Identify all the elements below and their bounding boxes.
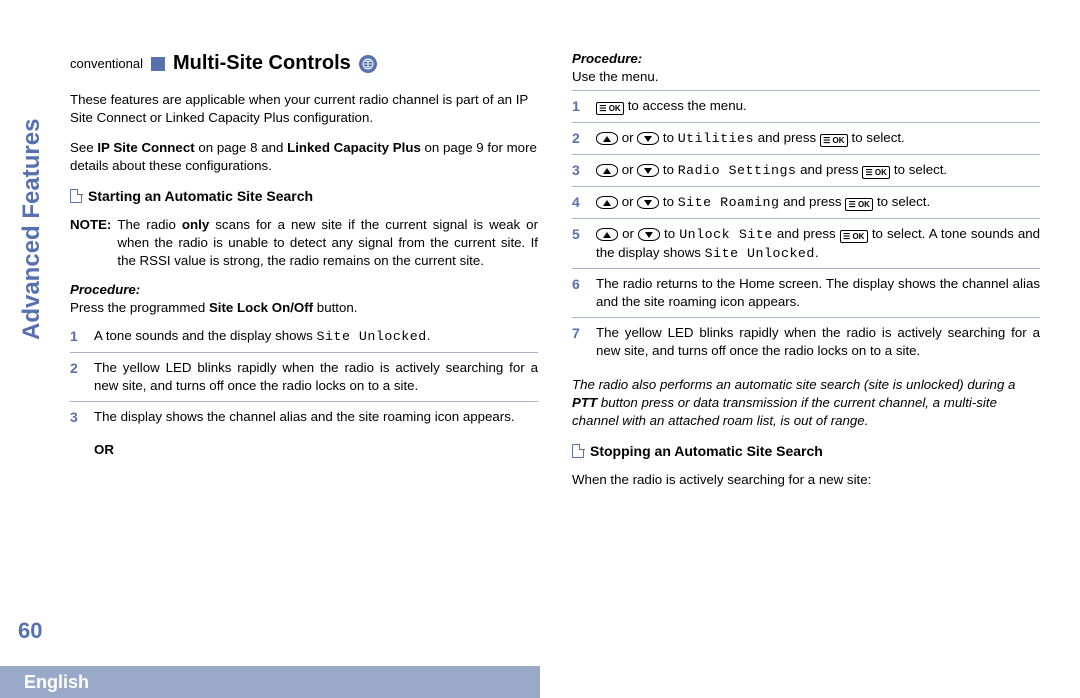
step1-a: A tone sounds and the display shows [94,328,317,343]
step1-b: . [427,328,431,343]
menu-path: Radio Settings [678,163,797,178]
procedure-label-right: Procedure: [572,50,1040,68]
arrow-down-key-icon [637,132,659,145]
document-icon [572,444,584,458]
arrow-down-key-icon [637,164,659,177]
note-b: only [182,217,209,232]
step-text: The display shows the channel alias and … [94,408,515,427]
section2-heading: Stopping an Automatic Site Search [572,442,1040,461]
arrow-down-key-icon [637,196,659,209]
note-block: NOTE: The radio only scans for a new sit… [70,216,538,270]
step-number: 5 [572,225,586,263]
step-text: or to Unlock Site and press ☰ OK to sele… [596,225,1040,263]
menu-ok-key-icon: ☰ OK [862,166,890,179]
footer-language-bar: English [0,666,540,698]
content-columns: conventional Multi-Site Controls These f… [70,50,1040,630]
arrow-up-key-icon [596,196,618,209]
step-number: 1 [572,97,586,116]
step-number: 3 [70,408,84,427]
step-number: 1 [70,327,84,346]
step-item: 2 The yellow LED blinks rapidly when the… [70,352,538,401]
step-number: 3 [572,161,586,180]
globe-icon [359,55,377,73]
menu-path: Utilities [678,131,754,146]
steps-list-right: 1 ☰ OK to access the menu. 2 or to Utiliti… [572,90,1040,366]
step-item: 3 or to Radio Settings and press ☰ OK to… [572,154,1040,186]
menu-ok-key-icon: ☰ OK [845,198,873,211]
step-item: 2 or to Utilities and press ☰ OK to sele… [572,122,1040,154]
italic-a: The radio also performs an automatic sit… [572,377,1015,392]
step-text: The radio returns to the Home screen. Th… [596,275,1040,311]
section1-heading: Starting an Automatic Site Search [70,187,538,206]
heading-title: Multi-Site Controls [173,50,351,77]
note-a: The radio [117,217,182,232]
step-text: or to Site Roaming and press ☰ OK to sel… [596,193,930,212]
step-number: 7 [572,324,586,360]
page-heading: conventional Multi-Site Controls [70,50,538,77]
arrow-up-key-icon [596,132,618,145]
step-text: ☰ OK to access the menu. [596,97,747,116]
menu-ok-key-icon: ☰ OK [820,134,848,147]
section2-intro: When the radio is actively searching for… [572,471,1040,489]
step-item: 3 The display shows the channel alias an… [70,401,538,433]
step-text: The yellow LED blinks rapidly when the r… [94,359,538,395]
intro-p2-b1: IP Site Connect [97,140,194,155]
intro-paragraph-2: See IP Site Connect on page 8 and Linked… [70,139,538,175]
heading-prefix: conventional [70,55,143,73]
step-number: 2 [572,129,586,148]
italic-b: PTT [572,395,597,410]
step-number: 4 [572,193,586,212]
step-text: or to Utilities and press ☰ OK to select… [596,129,905,148]
steps-list-left: 1 A tone sounds and the display shows Si… [70,321,538,433]
step-item: 4 or to Site Roaming and press ☰ OK to s… [572,186,1040,218]
left-column: conventional Multi-Site Controls These f… [70,50,538,630]
right-column: Procedure: Use the menu. 1 ☰ OK to access… [572,50,1040,630]
proc-intro-c: button. [313,300,357,315]
square-bullet-icon [151,57,165,71]
or-label: OR [94,441,538,459]
menu-path: Unlock Site [679,227,773,242]
italic-note: The radio also performs an automatic sit… [572,376,1040,430]
note-label: NOTE: [70,216,111,270]
proc-intro-a: Press the programmed [70,300,209,315]
step-number: 2 [70,359,84,395]
step-item: 5 or to Unlock Site and press ☰ OK to se… [572,218,1040,269]
intro-p2-c: on page 8 and [195,140,287,155]
menu-ok-key-icon: ☰ OK [840,230,868,243]
intro-paragraph-1: These features are applicable when your … [70,91,538,127]
note-text: The radio only scans for a new site if t… [117,216,538,270]
step-item: 7 The yellow LED blinks rapidly when the … [572,317,1040,366]
display-text: Site Unlocked [705,246,815,261]
proc-intro-b: Site Lock On/Off [209,300,313,315]
step-number: 6 [572,275,586,311]
intro-p2-b2: Linked Capacity Plus [287,140,421,155]
step1-mono: Site Unlocked [317,329,427,344]
page-number: 60 [18,618,42,644]
document-icon [70,189,82,203]
italic-c: button press or data transmission if the… [572,395,997,428]
step-item: 1 ☰ OK to access the menu. [572,90,1040,122]
menu-ok-key-icon: ☰ OK [596,102,624,115]
section1-title: Starting an Automatic Site Search [88,187,313,206]
arrow-down-key-icon [638,228,660,241]
procedure-label-left: Procedure: [70,281,538,299]
step-text: or to Radio Settings and press ☰ OK to s… [596,161,947,180]
procedure-intro-right: Use the menu. [572,68,1040,86]
arrow-up-key-icon [596,228,618,241]
step-item: 6 The radio returns to the Home screen. T… [572,268,1040,317]
arrow-up-key-icon [596,164,618,177]
step-item: 1 A tone sounds and the display shows Si… [70,321,538,352]
page-root: Advanced Features 60 English conventiona… [0,0,1080,698]
step-text: The yellow LED blinks rapidly when the r… [596,324,1040,360]
sidebar-section-label: Advanced Features [18,119,46,340]
procedure-intro-left: Press the programmed Site Lock On/Off bu… [70,299,538,317]
section2-title: Stopping an Automatic Site Search [590,442,823,461]
menu-path: Site Roaming [678,195,780,210]
step-text: A tone sounds and the display shows Site… [94,327,430,346]
intro-p2-a: See [70,140,97,155]
